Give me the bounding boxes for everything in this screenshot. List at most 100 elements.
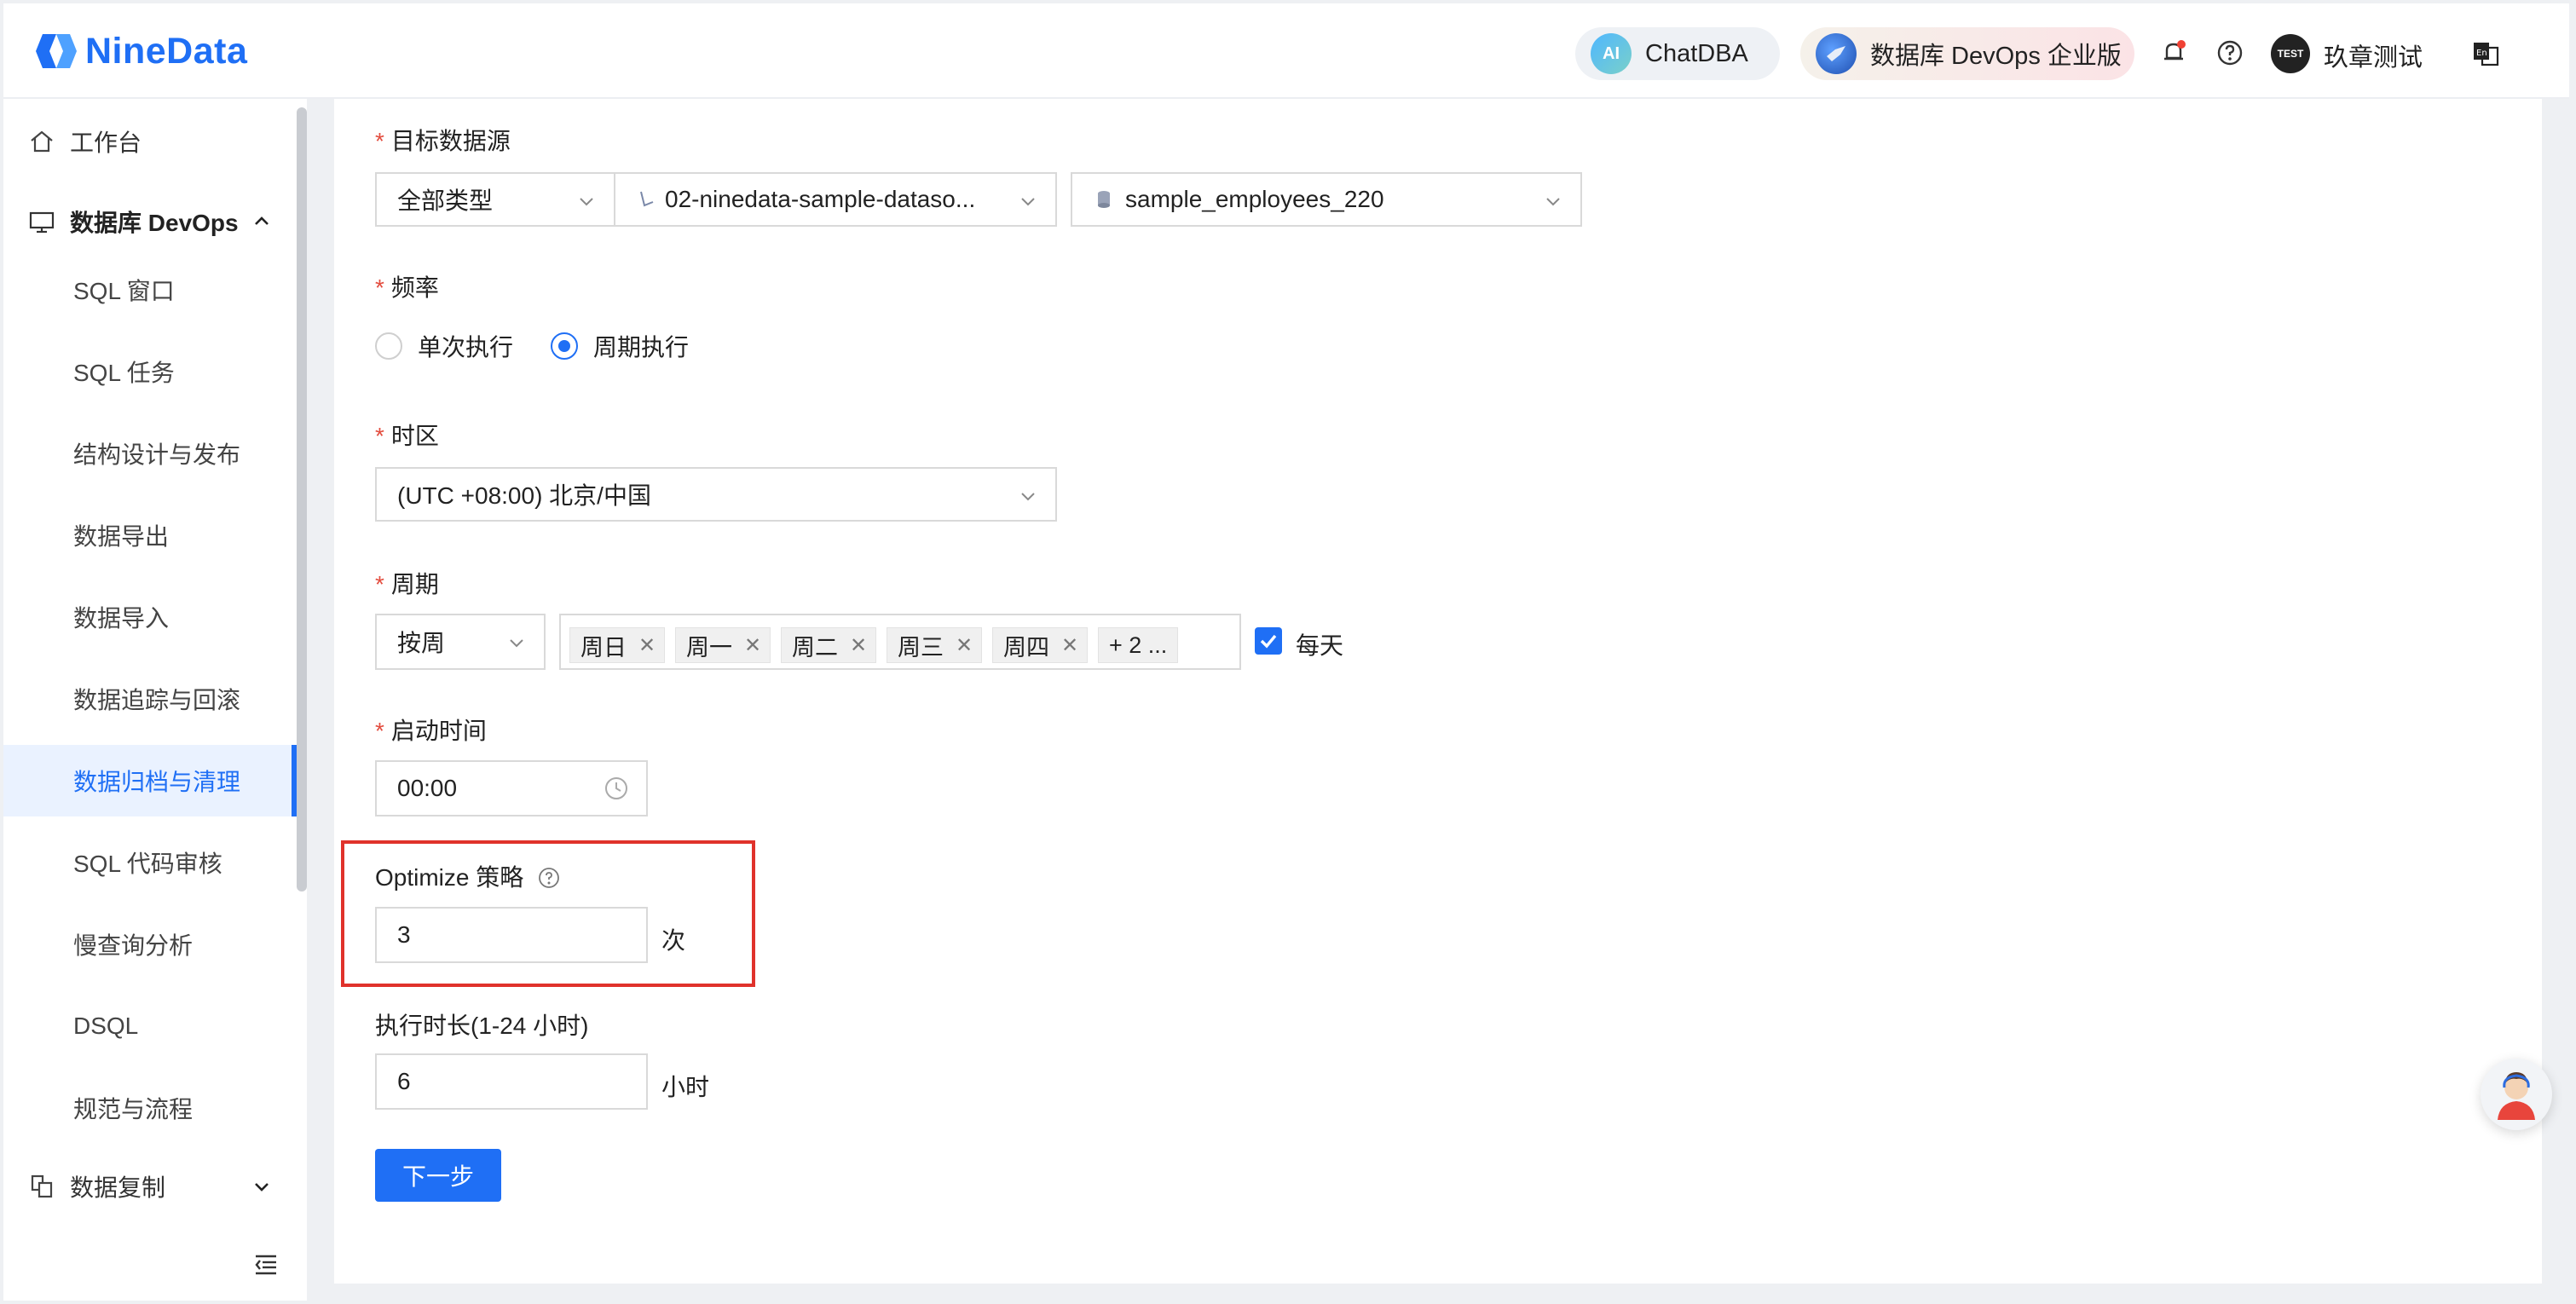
- period-unit-select[interactable]: 按周: [375, 614, 546, 670]
- everyday-checkbox[interactable]: [1255, 627, 1282, 655]
- timezone-select[interactable]: (UTC +08:00) 北京/中国: [375, 467, 1057, 522]
- main-content: * 目标数据源 全部类型 02-ninedata-sample-dataso...…: [334, 99, 2542, 1284]
- sidebar-item-data-export[interactable]: 数据导出: [3, 499, 297, 571]
- chevron-up-icon: [255, 216, 269, 225]
- sidebar-item-data-tracking[interactable]: 数据追踪与回滚: [3, 663, 297, 735]
- sidebar-item-label: 数据追踪与回滚: [73, 687, 241, 713]
- sidebar-group-label: 数据复制: [70, 1174, 166, 1201]
- tag-weekday[interactable]: 周一 ✕: [675, 627, 771, 663]
- chatdba-label: ChatDBA: [1645, 39, 1748, 67]
- sidebar-item-standards[interactable]: 规范与流程: [3, 1072, 297, 1144]
- collapse-sidebar-icon[interactable]: [251, 1249, 280, 1278]
- start-time-label: * 启动时间: [375, 718, 487, 744]
- radio-circle-selected: [551, 332, 578, 360]
- tag-more[interactable]: + 2 ...: [1098, 627, 1179, 663]
- sidebar-item-label: 慢查询分析: [73, 932, 193, 959]
- logo[interactable]: NineData: [34, 29, 247, 73]
- close-icon[interactable]: ✕: [1061, 633, 1078, 658]
- sidebar-item-label: SQL 任务: [73, 360, 175, 386]
- replication-icon: [31, 1174, 53, 1198]
- sidebar-item-sql-window[interactable]: SQL 窗口: [3, 254, 297, 326]
- sidebar-group-label: 数据库 DevOps: [70, 210, 239, 236]
- close-icon[interactable]: ✕: [744, 633, 761, 658]
- target-datasource-label: * 目标数据源: [375, 128, 511, 154]
- optimize-count-input[interactable]: 3: [375, 907, 648, 963]
- sidebar-item-sql-review[interactable]: SQL 代码审核: [3, 827, 297, 898]
- sidebar: 工作台 数据库 DevOps SQL 窗口 SQL 任务 结构设计与发布 数据导…: [3, 99, 307, 1301]
- app-window: NineData AI ChatDBA 数据库 DevOps 企业版 TEST …: [0, 0, 2576, 1304]
- radio-circle: [375, 332, 402, 360]
- top-header: NineData AI ChatDBA 数据库 DevOps 企业版 TEST …: [3, 3, 2569, 99]
- datasource-type-select[interactable]: 全部类型: [375, 172, 615, 227]
- bell-icon[interactable]: [2158, 38, 2189, 68]
- sidebar-scrollbar[interactable]: [297, 107, 307, 891]
- sidebar-item-slow-query[interactable]: 慢查询分析: [3, 909, 297, 980]
- home-icon: [31, 130, 53, 153]
- sidebar-item-sql-task[interactable]: SQL 任务: [3, 336, 297, 407]
- timezone-label: * 时区: [375, 423, 439, 449]
- sidebar-item-label: 工作台: [70, 130, 142, 156]
- tag-weekday[interactable]: 周日 ✕: [569, 627, 666, 663]
- help-icon[interactable]: [2215, 38, 2245, 68]
- sidebar-group-devops[interactable]: 数据库 DevOps: [3, 186, 297, 257]
- svg-text:En: En: [2476, 49, 2487, 58]
- duration-label: 执行时长(1-24 小时): [375, 1013, 589, 1039]
- chevron-down-icon: [255, 1183, 269, 1191]
- clock-icon: [605, 777, 627, 799]
- duration-unit: 小时: [661, 1074, 710, 1100]
- sidebar-item-label: 数据导出: [73, 523, 170, 550]
- chevron-down-icon: [580, 198, 593, 206]
- period-label: * 周期: [375, 571, 439, 597]
- translate-icon[interactable]: En: [2470, 38, 2501, 68]
- sidebar-item-label: 数据归档与清理: [73, 769, 241, 795]
- help-icon[interactable]: [537, 866, 561, 890]
- sidebar-item-data-import[interactable]: 数据导入: [3, 581, 297, 653]
- radio-periodic[interactable]: 周期执行: [551, 329, 689, 363]
- chevron-down-icon: [1021, 493, 1035, 501]
- datasource-select[interactable]: 02-ninedata-sample-dataso...: [614, 172, 1057, 227]
- sidebar-item-data-archive[interactable]: 数据归档与清理: [3, 745, 297, 816]
- chevron-down-icon: [1021, 198, 1035, 206]
- devops-edition-label: 数据库 DevOps 企业版: [1870, 43, 2122, 70]
- next-step-button[interactable]: 下一步: [375, 1149, 501, 1202]
- sidebar-item-workbench[interactable]: 工作台: [3, 106, 297, 177]
- chevron-down-icon: [510, 639, 523, 648]
- sidebar-item-label: 数据导入: [73, 605, 170, 632]
- sidebar-item-label: 结构设计与发布: [73, 441, 241, 468]
- database-select[interactable]: sample_employees_220: [1071, 172, 1582, 227]
- sidebar-item-dsql[interactable]: DSQL: [3, 990, 297, 1062]
- sidebar-item-label: SQL 窗口: [73, 278, 175, 304]
- everyday-label: 每天: [1296, 632, 1344, 659]
- frequency-label: * 频率: [375, 274, 439, 301]
- duration-input[interactable]: 6: [375, 1053, 648, 1110]
- username[interactable]: 玖章测试: [2324, 38, 2423, 73]
- sidebar-group-replication[interactable]: 数据复制: [3, 1151, 297, 1222]
- sidebar-item-label: 规范与流程: [73, 1096, 193, 1122]
- devops-edition-button[interactable]: 数据库 DevOps 企业版: [1800, 27, 2134, 80]
- optimize-label: Optimize 策略: [375, 859, 561, 893]
- start-time-picker[interactable]: 00:00: [375, 760, 648, 816]
- radio-once[interactable]: 单次执行: [375, 329, 513, 363]
- customer-service-icon: [2498, 1072, 2535, 1120]
- chatdba-button[interactable]: AI ChatDBA: [1575, 27, 1780, 80]
- close-icon[interactable]: ✕: [638, 633, 656, 658]
- check-icon: [1260, 634, 1277, 649]
- sidebar-item-schema-design[interactable]: 结构设计与发布: [3, 418, 297, 489]
- close-icon[interactable]: ✕: [956, 633, 973, 658]
- tag-weekday[interactable]: 周三 ✕: [887, 627, 983, 663]
- database-icon: [1098, 191, 1110, 208]
- logo-text: NineData: [85, 30, 248, 72]
- close-icon[interactable]: ✕: [850, 633, 867, 658]
- sidebar-item-label: SQL 代码审核: [73, 851, 222, 877]
- globe-icon: [1816, 33, 1857, 74]
- ai-icon: AI: [1591, 33, 1632, 74]
- datasource-icon: [640, 191, 654, 207]
- optimize-unit: 次: [661, 927, 686, 954]
- weekday-multiselect[interactable]: 周日 ✕ 周一 ✕ 周二 ✕ 周三 ✕ 周四 ✕ + 2 ...: [559, 614, 1241, 670]
- ninedata-logo-icon: [36, 34, 77, 68]
- avatar[interactable]: TEST: [2271, 34, 2310, 73]
- chevron-down-icon: [1546, 198, 1560, 206]
- tag-weekday[interactable]: 周四 ✕: [992, 627, 1089, 663]
- support-assistant-button[interactable]: [2481, 1059, 2552, 1130]
- tag-weekday[interactable]: 周二 ✕: [781, 627, 877, 663]
